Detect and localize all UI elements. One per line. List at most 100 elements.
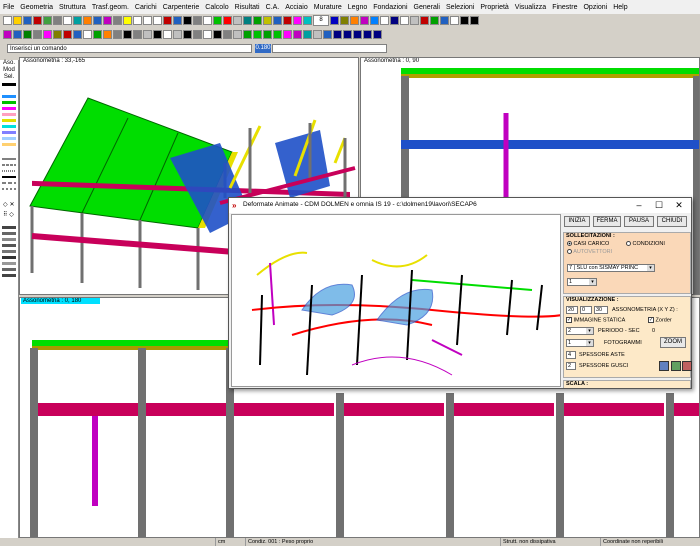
tb1-tool-36-icon[interactable]	[370, 16, 379, 25]
menu-trasf-geom-[interactable]: Trasf.geom.	[89, 4, 132, 11]
load-case-sub-select[interactable]: 1 ▾	[567, 278, 597, 286]
tb1-tool-25-icon[interactable]	[243, 16, 252, 25]
tb2-tool-2-icon[interactable]	[13, 30, 22, 39]
tb2-tool-13-icon[interactable]	[123, 30, 132, 39]
radio-conditions[interactable]: CONDIZIONI	[626, 241, 665, 247]
tb1-tool-1-icon[interactable]	[3, 16, 12, 25]
tb1-tool-21-icon[interactable]	[203, 16, 212, 25]
menu-selezioni[interactable]: Selezioni	[443, 4, 477, 11]
radio-load-cases[interactable]: CASI CARICO	[567, 241, 609, 247]
tb2-tool-22-icon[interactable]	[213, 30, 222, 39]
animation-canvas[interactable]	[231, 214, 563, 387]
tb1-tool-27-icon[interactable]	[263, 16, 272, 25]
tb2-tool-9-icon[interactable]	[83, 30, 92, 39]
menu-opzioni[interactable]: Opzioni	[580, 4, 610, 11]
menu-carichi[interactable]: Carichi	[132, 4, 160, 11]
tb2-tool-31-icon[interactable]	[303, 30, 312, 39]
command-value[interactable]: 0.180	[255, 44, 271, 53]
render-mode-icons[interactable]	[659, 361, 693, 373]
tb2-tool-33-icon[interactable]	[323, 30, 332, 39]
tb1-tool-2-icon[interactable]	[13, 16, 22, 25]
tb2-tool-27-icon[interactable]	[263, 30, 272, 39]
zorder-checkbox[interactable]: ✓ Zorder	[648, 317, 672, 323]
tb1-tool-11-icon[interactable]	[103, 16, 112, 25]
tb1-tool-17-icon[interactable]	[163, 16, 172, 25]
menu-acciaio[interactable]: Acciaio	[282, 4, 311, 11]
tb2-tool-29-icon[interactable]	[283, 30, 292, 39]
beam-thickness-input[interactable]: 4	[566, 351, 576, 359]
tb2-tool-4-icon[interactable]	[33, 30, 42, 39]
tb1-tool-38-icon[interactable]	[390, 16, 399, 25]
tb1-tool-12-icon[interactable]	[113, 16, 122, 25]
zoom-button[interactable]: ZOOM	[660, 337, 686, 348]
tb2-tool-23-icon[interactable]	[223, 30, 232, 39]
tb2-tool-20-icon[interactable]	[193, 30, 202, 39]
command-input[interactable]: Inserisci un comando	[7, 44, 252, 53]
tb1-tool-22-icon[interactable]	[213, 16, 222, 25]
tb1-tool-42-icon[interactable]	[430, 16, 439, 25]
tb1-tool-13-icon[interactable]	[123, 16, 132, 25]
tb2-tool-14-icon[interactable]	[133, 30, 142, 39]
command-field[interactable]	[272, 44, 387, 53]
axon-z-input[interactable]: 30	[594, 306, 608, 314]
tb1-tool-9-icon[interactable]	[83, 16, 92, 25]
close-icon[interactable]: ✕	[669, 199, 689, 211]
tool-aso[interactable]: Aso.	[0, 60, 18, 67]
tb2-tool-19-icon[interactable]	[183, 30, 192, 39]
maximize-icon[interactable]: ☐	[649, 199, 669, 211]
tb1-tool-29-icon[interactable]	[283, 16, 292, 25]
tb1-tool-15-icon[interactable]	[143, 16, 152, 25]
tb2-tool-34-icon[interactable]	[333, 30, 342, 39]
tb1-tool-40-icon[interactable]	[410, 16, 419, 25]
tb2-tool-37-icon[interactable]	[363, 30, 372, 39]
menu-murature[interactable]: Murature	[311, 4, 345, 11]
axon-x-input[interactable]: 20	[566, 306, 578, 314]
tool-sel[interactable]: Sel.	[0, 74, 18, 81]
line-style-palette[interactable]: ◇ ✕ ⠿ ◇	[0, 81, 18, 301]
radio-eigenvectors[interactable]: AUTOVETTORI	[567, 249, 612, 255]
tb1-tool-6-icon[interactable]	[53, 16, 62, 25]
tb1-tool-31-icon[interactable]	[303, 16, 312, 25]
tb1-tool-14-icon[interactable]	[133, 16, 142, 25]
tb1-tool-4-icon[interactable]	[33, 16, 42, 25]
tb2-tool-5-icon[interactable]	[43, 30, 52, 39]
shell-thickness-input[interactable]: 2	[566, 362, 576, 370]
stop-button[interactable]: FERMA	[593, 216, 621, 227]
tb1-tool-5-icon[interactable]	[43, 16, 52, 25]
tb2-tool-1-icon[interactable]	[3, 30, 12, 39]
tb2-tool-8-icon[interactable]	[73, 30, 82, 39]
menu-carpenterie[interactable]: Carpenterie	[160, 4, 203, 11]
menu-finestre[interactable]: Finestre	[549, 4, 580, 11]
menu-risultati[interactable]: Risultati	[232, 4, 263, 11]
tb2-tool-11-icon[interactable]	[103, 30, 112, 39]
tb1-tool-34-icon[interactable]	[350, 16, 359, 25]
tb1-tool-3-icon[interactable]	[23, 16, 32, 25]
tb1-tool-30-icon[interactable]	[293, 16, 302, 25]
tb2-tool-35-icon[interactable]	[343, 30, 352, 39]
pause-button[interactable]: PAUSA	[624, 216, 654, 227]
tb1-tool-35-icon[interactable]	[360, 16, 369, 25]
menu-generali[interactable]: Generali	[411, 4, 443, 11]
menu-legno[interactable]: Legno	[345, 4, 370, 11]
tb2-tool-21-icon[interactable]	[203, 30, 212, 39]
tb1-tool-43-icon[interactable]	[440, 16, 449, 25]
tb1-tool-44-icon[interactable]	[450, 16, 459, 25]
tb1-tool-10-icon[interactable]	[93, 16, 102, 25]
menu-file[interactable]: File	[0, 4, 17, 11]
menu-fondazioni[interactable]: Fondazioni	[370, 4, 410, 11]
tb2-tool-25-icon[interactable]	[243, 30, 252, 39]
axon-y-input[interactable]: 0	[580, 306, 592, 314]
tb1-tool-16-icon[interactable]	[153, 16, 162, 25]
menu-c-a-[interactable]: C.A.	[263, 4, 283, 11]
start-button[interactable]: INIZIA	[564, 216, 590, 227]
menu-geometria[interactable]: Geometria	[17, 4, 56, 11]
tb2-tool-38-icon[interactable]	[373, 30, 382, 39]
menu-calcolo[interactable]: Calcolo	[202, 4, 231, 11]
tb1-tool-33-icon[interactable]	[340, 16, 349, 25]
layer-select[interactable]: 8	[313, 15, 329, 26]
tb1-tool-19-icon[interactable]	[183, 16, 192, 25]
load-case-select[interactable]: 7 | SLU con SISMAY PRINC ▾	[567, 264, 655, 272]
tb1-tool-24-icon[interactable]	[233, 16, 242, 25]
tb1-tool-8-icon[interactable]	[73, 16, 82, 25]
tb1-tool-37-icon[interactable]	[380, 16, 389, 25]
